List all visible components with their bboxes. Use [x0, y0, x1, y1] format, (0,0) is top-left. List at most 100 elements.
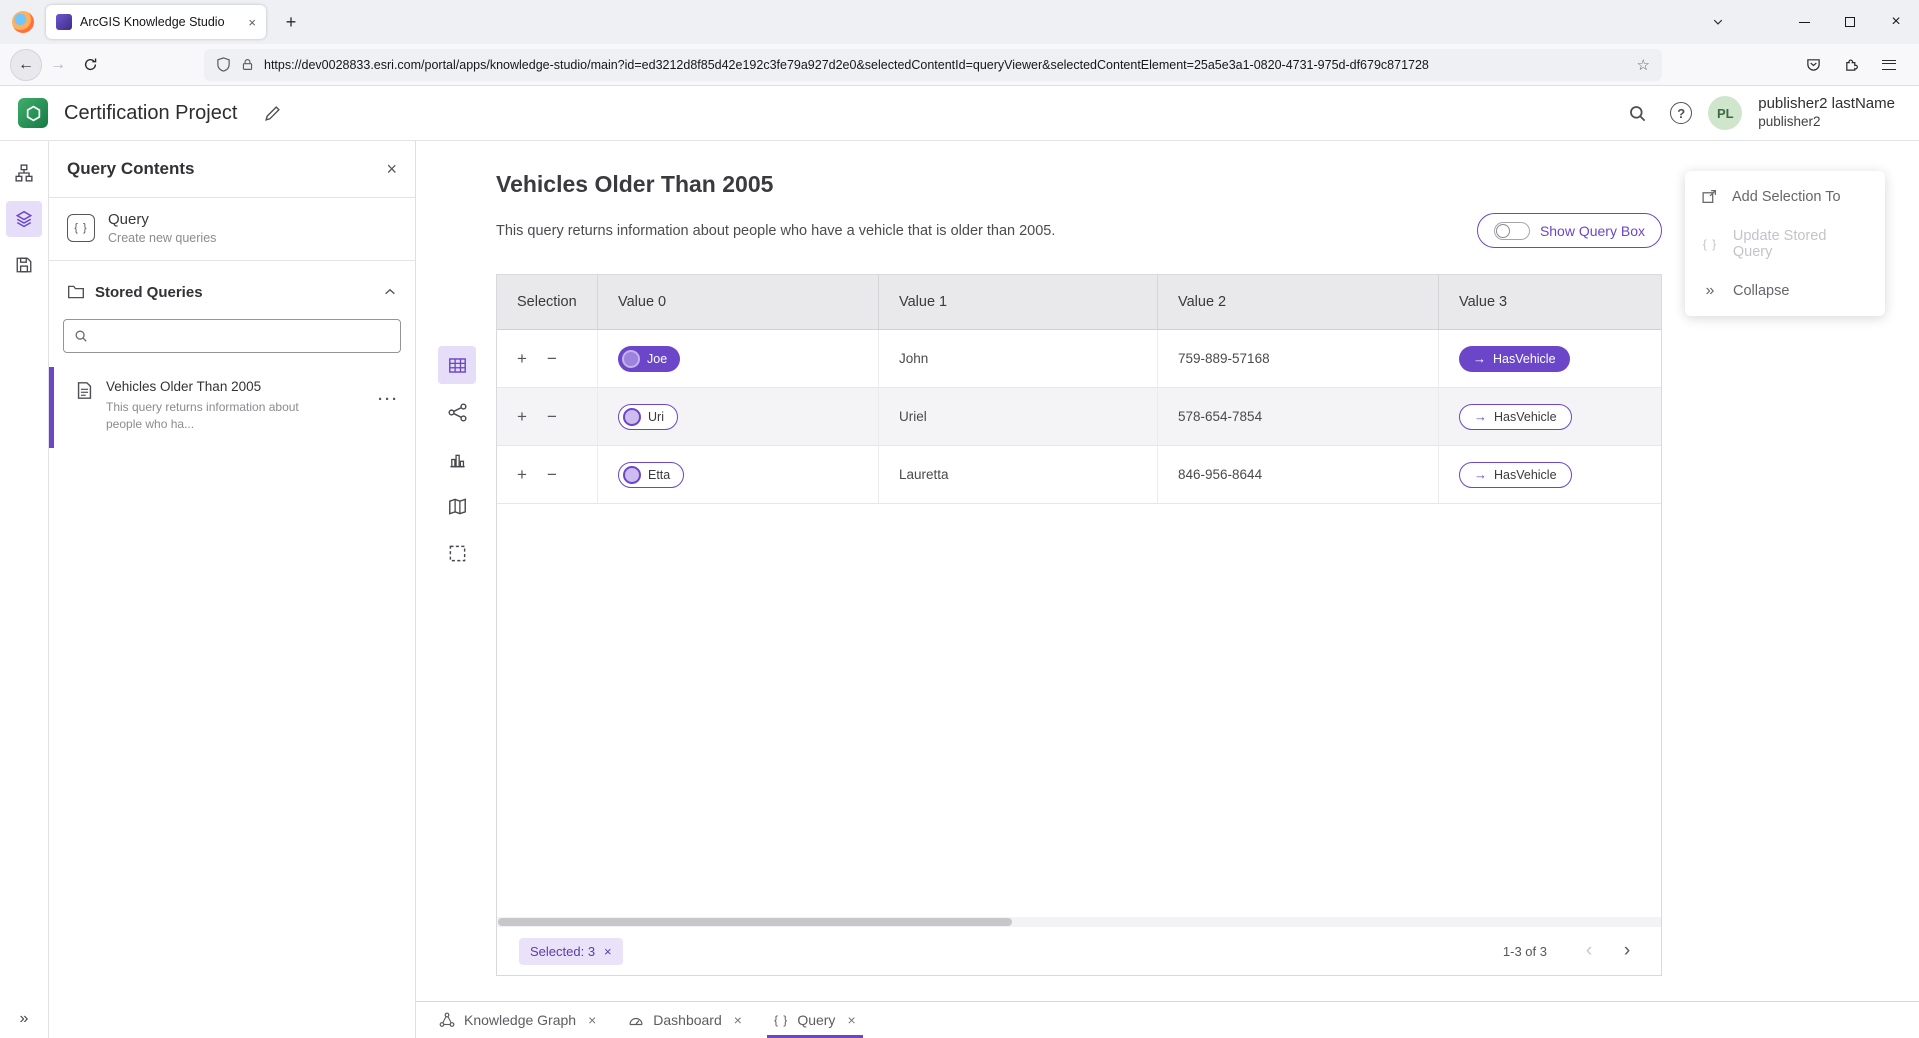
- tab-query[interactable]: { } Query ×: [761, 1002, 869, 1038]
- horizontal-scrollbar[interactable]: [497, 917, 1661, 927]
- show-query-box-label: Show Query Box: [1540, 223, 1645, 239]
- braces-icon: { }: [774, 1013, 788, 1027]
- selected-count-chip[interactable]: Selected: 3 ×: [519, 938, 623, 965]
- minimize-button[interactable]: [1781, 0, 1827, 44]
- relationship-pill[interactable]: →HasVehicle: [1459, 346, 1570, 372]
- scrollbar-thumb[interactable]: [498, 918, 1012, 926]
- browser-tab[interactable]: ArcGIS Knowledge Studio ×: [46, 5, 266, 39]
- tab-close-icon[interactable]: ×: [847, 1012, 855, 1028]
- relationship-pill[interactable]: →HasVehicle: [1459, 462, 1572, 488]
- forward-button[interactable]: →: [42, 49, 74, 81]
- relationship-pill[interactable]: →HasVehicle: [1459, 404, 1572, 430]
- clear-selection-icon[interactable]: ×: [604, 944, 612, 959]
- remove-from-selection-icon[interactable]: −: [547, 408, 557, 425]
- selected-accent-bar: [49, 367, 54, 448]
- avatar[interactable]: PL: [1708, 96, 1742, 130]
- chart-icon[interactable]: [438, 440, 476, 478]
- edit-title-icon[interactable]: [257, 98, 287, 128]
- app-header: Certification Project ? PL publisher2 la…: [0, 86, 1919, 141]
- add-to-selection-icon[interactable]: +: [517, 466, 527, 483]
- menu-hamburger-icon[interactable]: [1873, 49, 1905, 81]
- tab-dashboard[interactable]: Dashboard ×: [615, 1002, 755, 1038]
- query-viewer: Vehicles Older Than 2005 This query retu…: [416, 141, 1919, 1001]
- table-row[interactable]: + − Etta Lauretta 846-956-8644 →HasVehic…: [497, 446, 1661, 504]
- relationship-label: HasVehicle: [1494, 410, 1557, 424]
- document-icon: [75, 381, 94, 434]
- add-to-selection-icon[interactable]: +: [517, 408, 527, 425]
- entity-pill[interactable]: Joe: [618, 346, 680, 372]
- save-icon[interactable]: [6, 247, 42, 283]
- list-tabs-icon[interactable]: [1703, 7, 1733, 37]
- firefox-logo-icon[interactable]: [12, 11, 34, 33]
- cell-value2: 759-889-57168: [1158, 330, 1439, 387]
- stored-queries-title: Stored Queries: [95, 284, 203, 301]
- remove-from-selection-icon[interactable]: −: [547, 350, 557, 367]
- previous-page-icon[interactable]: ‹: [1577, 939, 1601, 963]
- entity-pill[interactable]: Uri: [618, 404, 678, 430]
- stored-queries-header[interactable]: Stored Queries: [49, 275, 415, 309]
- panel-header: Query Contents ×: [49, 141, 415, 198]
- new-query-item[interactable]: { } Query Create new queries: [49, 198, 415, 261]
- search-icon[interactable]: [1620, 96, 1654, 130]
- tab-knowledge-graph[interactable]: Knowledge Graph ×: [426, 1002, 609, 1038]
- back-button[interactable]: ←: [10, 49, 42, 81]
- add-to-selection-icon[interactable]: +: [517, 350, 527, 367]
- lock-icon[interactable]: [241, 58, 254, 71]
- nav-right-icons: [1797, 49, 1905, 81]
- table-view-icon[interactable]: [438, 346, 476, 384]
- new-tab-button[interactable]: +: [276, 7, 306, 37]
- tab-close-icon[interactable]: ×: [588, 1012, 596, 1028]
- extensions-icon[interactable]: [1835, 49, 1867, 81]
- column-header-value2[interactable]: Value 2: [1158, 275, 1439, 329]
- query-item-label: Query: [108, 211, 216, 228]
- next-page-icon[interactable]: ›: [1615, 939, 1639, 963]
- data-model-icon[interactable]: [6, 155, 42, 191]
- user-info[interactable]: publisher2 lastName publisher2: [1758, 95, 1895, 131]
- column-header-value0[interactable]: Value 0: [598, 275, 879, 329]
- arrow-right-icon: →: [1473, 351, 1486, 366]
- pocket-icon[interactable]: [1797, 49, 1829, 81]
- panel-title: Query Contents: [67, 159, 195, 179]
- tab-close-icon[interactable]: ×: [248, 15, 256, 30]
- toggle-switch[interactable]: [1494, 222, 1530, 240]
- show-query-box-toggle[interactable]: Show Query Box: [1477, 213, 1662, 248]
- table-footer: Selected: 3 × 1-3 of 3 ‹ ›: [497, 927, 1661, 975]
- entity-pill[interactable]: Etta: [618, 462, 684, 488]
- menu-item-update-stored-query[interactable]: { } Update Stored Query: [1685, 220, 1885, 267]
- stored-query-title: Vehicles Older Than 2005: [106, 379, 318, 394]
- map-icon[interactable]: [438, 487, 476, 525]
- reload-button[interactable]: [74, 49, 106, 81]
- bookmark-star-icon[interactable]: ☆: [1637, 56, 1650, 74]
- stored-query-list-item[interactable]: Vehicles Older Than 2005 This query retu…: [49, 367, 415, 448]
- url-text[interactable]: https://dev0028833.esri.com/portal/apps/…: [264, 58, 1627, 72]
- search-input[interactable]: [96, 329, 390, 344]
- layers-icon[interactable]: [6, 201, 42, 237]
- menu-item-collapse[interactable]: » Collapse: [1685, 267, 1885, 314]
- panel-close-icon[interactable]: ×: [386, 159, 397, 180]
- maximize-button[interactable]: [1827, 0, 1873, 44]
- menu-item-add-selection-to[interactable]: Add Selection To: [1685, 173, 1885, 220]
- selection-tools-icon[interactable]: [438, 534, 476, 572]
- column-header-selection[interactable]: Selection: [497, 275, 598, 329]
- url-bar[interactable]: https://dev0028833.esri.com/portal/apps/…: [204, 49, 1662, 81]
- shield-icon[interactable]: [216, 57, 231, 72]
- column-header-value1[interactable]: Value 1: [879, 275, 1158, 329]
- remove-from-selection-icon[interactable]: −: [547, 466, 557, 483]
- stored-queries-search[interactable]: [63, 319, 401, 353]
- table-row[interactable]: + − Uri Uriel 578-654-7854 →HasVehicle: [497, 388, 1661, 446]
- chevron-up-icon[interactable]: [383, 285, 397, 299]
- browser-tab-bar: ArcGIS Knowledge Studio × + ×: [0, 0, 1919, 44]
- close-window-button[interactable]: ×: [1873, 0, 1919, 44]
- entity-label: Joe: [647, 352, 667, 366]
- column-header-value3[interactable]: Value 3: [1439, 275, 1661, 329]
- table-row[interactable]: + − Joe John 759-889-57168 →HasVehicle: [497, 330, 1661, 388]
- table-header-row: Selection Value 0 Value 1 Value 2 Value …: [497, 275, 1661, 330]
- item-options-icon[interactable]: ···: [378, 391, 399, 408]
- arcgis-favicon-icon: [56, 14, 72, 30]
- link-chart-icon[interactable]: [438, 393, 476, 431]
- tab-close-icon[interactable]: ×: [734, 1012, 742, 1028]
- left-rail: »: [0, 141, 49, 1038]
- cell-value1: John: [879, 330, 1158, 387]
- help-icon[interactable]: ?: [1670, 102, 1692, 124]
- expand-rail-icon[interactable]: »: [0, 1010, 48, 1028]
